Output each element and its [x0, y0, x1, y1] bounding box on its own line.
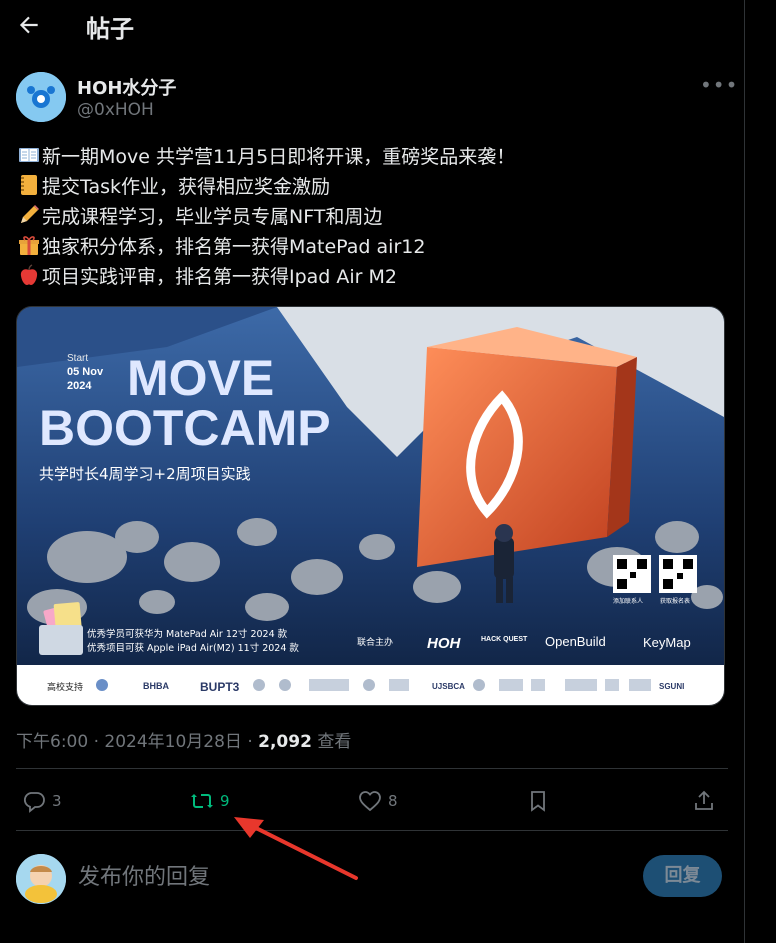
views-label: 查看	[311, 732, 352, 752]
prize-line-1: 优秀学员可获华为 MatePad Air 12寸 2024 款	[87, 628, 288, 640]
support-logo-ujsbca: UJSBCA	[432, 682, 465, 691]
book-icon	[19, 148, 39, 162]
notebook-icon	[21, 175, 37, 195]
divider	[16, 768, 728, 769]
repost-icon	[191, 794, 213, 808]
back-arrow-icon[interactable]	[16, 12, 42, 38]
heart-icon	[359, 791, 381, 812]
bookmark-icon	[531, 791, 545, 812]
column-border	[744, 0, 745, 943]
support-logo-sguni: SGUNI	[659, 682, 684, 691]
reply-button[interactable]: 3	[22, 786, 62, 816]
post-line: 提交Task作业，获得相应奖金激励	[18, 172, 728, 202]
apple-icon	[20, 264, 38, 285]
water-molecule-logo-icon	[16, 72, 66, 122]
host-hackquest: HACK QUEST	[481, 636, 528, 643]
author-name[interactable]: HOH水分子	[77, 74, 176, 100]
reply-submit-button[interactable]: 回复	[643, 855, 722, 897]
banner-title-line1: MOVE	[127, 350, 274, 406]
bookmark-button[interactable]	[526, 786, 550, 816]
prize-line-2: 优秀项目可获 Apple iPad Air(M2) 11寸 2024 款	[87, 642, 299, 654]
cartoon-avatar-icon	[16, 854, 66, 904]
host-hoh: HOH	[427, 635, 462, 652]
banner-start-label: Start	[67, 353, 88, 364]
post-line: 完成课程学习，毕业学员专属NFT和周边	[18, 202, 728, 232]
more-options-icon[interactable]: •••	[700, 75, 737, 95]
gift-icon	[19, 236, 39, 255]
co-host-label: 联合主办	[357, 636, 393, 648]
post-line: 独家积分体系，排名第一获得MatePad air12	[18, 232, 728, 262]
reply-count: 3	[52, 792, 62, 810]
host-keymap: KeyMap	[643, 635, 691, 650]
author-avatar[interactable]	[16, 72, 66, 122]
repost-count: 9	[220, 792, 230, 810]
divider	[16, 830, 728, 831]
support-logo-bhba: BHBA	[143, 681, 169, 691]
support-logo-bupt3: BUPT3	[200, 680, 240, 694]
post-timestamp[interactable]: 下午6:00 · 2024年10月28日 ·	[16, 732, 258, 752]
banner-date-line1: 05 Nov	[67, 366, 104, 378]
post-line: 新一期Move 共学营11月5日即将开课，重磅奖品来袭！	[18, 142, 728, 172]
view-count[interactable]: 2,092	[258, 732, 312, 752]
post-line: 项目实践评审，排名第一获得Ipad Air M2	[18, 262, 728, 292]
post-detail-column: 帖子 HOH水分子 @0xHOH ••• 新一期Move 共学营11月5日即将开…	[0, 0, 744, 943]
post-text: 新一期Move 共学营11月5日即将开课，重磅奖品来袭！ 提交Task作业，获得…	[18, 142, 728, 292]
post-meta: 下午6:00 · 2024年10月28日 · 2,092 查看	[16, 727, 351, 752]
bootcamp-banner: Start 05 Nov 2024 MOVE BOOTCAMP 共学时长4周学习…	[17, 307, 724, 705]
repost-button[interactable]: 9	[190, 786, 230, 816]
banner-title-line2: BOOTCAMP	[39, 400, 331, 456]
reply-icon	[23, 792, 45, 813]
annotation-arrow-icon	[234, 817, 358, 880]
qr2-label: 获取报名表	[660, 597, 690, 605]
pencil-icon	[21, 205, 39, 223]
share-icon	[695, 790, 713, 810]
author-handle[interactable]: @0xHOH	[77, 100, 154, 120]
post-image[interactable]: Start 05 Nov 2024 MOVE BOOTCAMP 共学时长4周学习…	[16, 306, 725, 706]
host-openbuild: OpenBuild	[545, 634, 606, 649]
glowing-cube-image	[417, 327, 637, 567]
like-count: 8	[388, 792, 398, 810]
banner-date-line2: 2024	[67, 380, 92, 392]
support-label: 高校支持	[47, 681, 83, 693]
qr1-label: 添加联系人	[613, 597, 643, 605]
top-bar: 帖子	[0, 0, 744, 52]
banner-subtitle: 共学时长4周学习+2周项目实践	[39, 465, 251, 483]
like-button[interactable]: 8	[358, 786, 398, 816]
current-user-avatar[interactable]	[16, 854, 66, 904]
share-button[interactable]	[692, 786, 716, 816]
page-title: 帖子	[86, 15, 134, 43]
